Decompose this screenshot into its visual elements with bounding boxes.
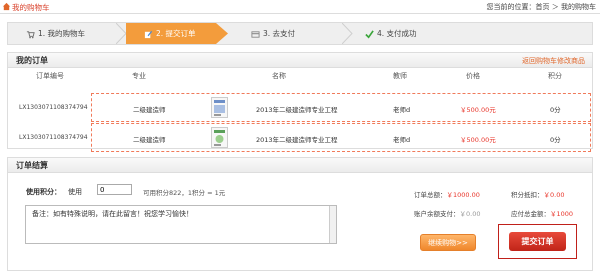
points-deduct-label: 积分抵扣： (511, 191, 544, 199)
balance-pay-value: ￥0.00 (459, 210, 481, 218)
course-thumbnail (211, 97, 228, 118)
order-major: 二级建造师 (133, 136, 166, 144)
col-major: 专业 (132, 72, 146, 80)
order-course-name: 2013年二级建造师专业工程 (256, 106, 338, 114)
submit-order-highlight: 提交订单 (498, 224, 577, 259)
course-thumbnail (211, 127, 228, 148)
remark-textarea[interactable]: 备注：如有特殊说明，请在此留言！祝您学习愉快！ (25, 205, 337, 244)
step-divider-active (216, 23, 228, 44)
points-available: 可用积分822，1积分 = 1元 (143, 189, 226, 197)
balance-pay: 账户余额支付：￥0.00 (414, 208, 480, 218)
col-teacher: 教师 (393, 72, 407, 80)
pencil-icon (144, 30, 153, 38)
card-icon (251, 30, 260, 38)
step-pay: 3. 去支付 (251, 23, 295, 44)
order-total: 订单总额：￥1000.00 (414, 189, 480, 199)
step-divider (342, 23, 353, 44)
balance-pay-label: 账户余额支付： (414, 210, 460, 218)
remark-scrollbar[interactable] (329, 206, 336, 243)
breadcrumb-current: 我的购物车 (561, 3, 596, 11)
col-points: 积分 (548, 72, 562, 80)
checkout-steps: 1. 我的购物车 2. 提交订单 3. 去支付 4. 支付成功 (7, 22, 593, 45)
breadcrumb: 您当前的位置：首页 ＞ 我的购物车 (487, 2, 596, 12)
breadcrumb-home-link[interactable]: 首页 (536, 3, 550, 11)
submit-order-button[interactable]: 提交订单 (509, 232, 566, 251)
use-points-label: 使用积分： (26, 188, 61, 196)
orders-title: 我的订单 (16, 56, 48, 65)
breadcrumb-separator: ＞ (551, 3, 559, 11)
order-teacher: 老师d (393, 106, 411, 114)
order-row: LX1303071108374794 二级建造师 2013年二级建造师专业工程 … (8, 93, 592, 122)
order-row-highlight (91, 123, 591, 152)
cart-icon (26, 30, 35, 38)
step-submit-order: 2. 提交订单 (126, 23, 216, 44)
order-price: ￥500.00元 (460, 106, 496, 114)
order-row: LX1303071108374794 二级建造师 2013年二级建造师专业工程 … (8, 123, 592, 152)
step-cart-label: 1. 我的购物车 (38, 29, 86, 38)
remark-text: 备注：如有特殊说明，请在此留言！祝您学习愉快！ (32, 210, 193, 218)
settle-title: 订单结算 (16, 161, 48, 170)
back-to-cart-link[interactable]: 返回购物车修改商品 (522, 56, 585, 66)
settle-body: 使用积分： 使用 可用积分822，1积分 = 1元 备注：如有特殊说明，请在此留… (8, 173, 592, 275)
order-major: 二级建造师 (133, 106, 166, 114)
order-id: LX1303071108374794 (19, 134, 88, 141)
points-deduct: 积分抵扣：￥0.00 (511, 189, 564, 199)
settle-panel: 订单结算 使用积分： 使用 可用积分822，1积分 = 1元 备注：如有特殊说明… (7, 157, 593, 271)
step-cart: 1. 我的购物车 (26, 23, 85, 44)
points-input[interactable] (97, 184, 132, 195)
order-teacher: 老师d (393, 136, 411, 144)
order-points: 0分 (550, 106, 561, 114)
breadcrumb-prefix: 您当前的位置： (486, 3, 536, 11)
step-success-label: 4. 支付成功 (377, 29, 417, 38)
order-price: ￥500.00元 (460, 136, 496, 144)
points-deduct-value: ￥0.00 (543, 191, 565, 199)
orders-panel-header: 我的订单 返回购物车修改商品 (8, 53, 592, 68)
order-total-value: ￥1000.00 (446, 191, 480, 199)
home-icon (2, 2, 11, 11)
col-name: 名称 (272, 72, 286, 80)
order-course-name: 2013年二级建造师专业工程 (256, 136, 338, 144)
col-order-id: 订单编号 (36, 72, 64, 80)
payable-total-value: ￥1000 (550, 210, 574, 218)
orders-table-header: 订单编号 专业 名称 教师 价格 积分 (8, 71, 592, 83)
payable-total: 应付总金额：￥1000 (511, 208, 573, 218)
orders-panel: 我的订单 返回购物车修改商品 订单编号 专业 名称 教师 价格 积分 LX130… (7, 52, 593, 152)
step-pay-label: 3. 去支付 (263, 29, 296, 38)
step-success: 4. 支付成功 (365, 23, 417, 44)
site-title: 我的购物车 (12, 3, 50, 12)
order-points: 0分 (550, 136, 561, 144)
settle-panel-header: 订单结算 (8, 158, 592, 173)
step-submit-order-label: 2. 提交订单 (156, 29, 196, 38)
continue-shopping-button[interactable]: 继续购物>> (420, 234, 476, 251)
col-price: 价格 (466, 72, 480, 80)
order-total-label: 订单总额： (414, 191, 447, 199)
use-points-text: 使用 (68, 188, 82, 196)
payable-total-label: 应付总金额： (511, 210, 550, 218)
top-bar: 我的购物车 您当前的位置：首页 ＞ 我的购物车 (0, 0, 600, 14)
check-icon (365, 29, 374, 38)
order-id: LX1303071108374794 (19, 104, 88, 111)
order-row-highlight (91, 93, 591, 122)
